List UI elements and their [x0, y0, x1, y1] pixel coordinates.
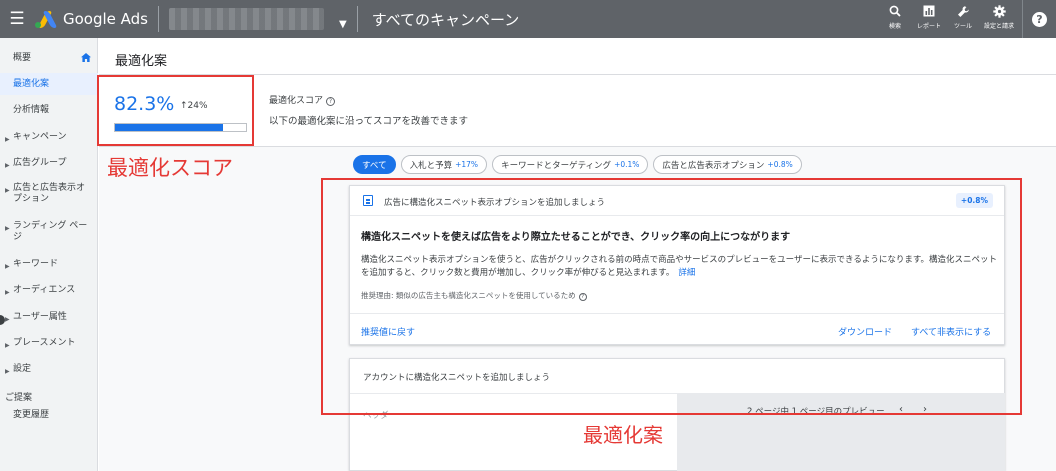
home-icon[interactable] [81, 53, 91, 65]
settings-billing-tool-label: 設定と請求 [983, 23, 1014, 30]
expand-arrow-icon: ▶ [5, 368, 10, 375]
sidebar-item-demographics[interactable]: ▶ ユーザー属性 [0, 312, 98, 325]
sidebar-item-label: オーディエンス [13, 285, 76, 295]
expand-arrow-icon: ▶ [5, 342, 10, 349]
wrench-icon [957, 5, 970, 20]
sidebar-section-proposals: ご提案 [5, 393, 33, 403]
filter-chip-all[interactable]: すべて [353, 155, 396, 174]
filter-chip-keywords-targeting[interactable]: キーワードとターゲティング +0.1% [492, 155, 649, 174]
tools-tool-label: ツール [953, 23, 972, 30]
sidebar-item-label: 最適化案 [13, 78, 50, 89]
filter-chip-pct: +17% [455, 160, 479, 169]
expand-arrow-icon: ▶ [5, 225, 10, 232]
optimization-score-description: 以下の最適化案に沿ってスコアを改善できます [269, 116, 469, 127]
filter-chip-pct: +0.1% [614, 160, 640, 169]
search-tool-label: 検索 [888, 23, 901, 30]
expand-arrow-icon: ▶ [5, 136, 10, 143]
help-button[interactable]: ? [1022, 0, 1056, 38]
filter-chip-ads-extensions[interactable]: 広告と広告表示オプション +0.8% [653, 155, 802, 174]
sidebar-item-landing-pages[interactable]: ▶ ランディング ページ [0, 221, 96, 243]
account-dropdown-caret-icon[interactable]: ▼ [339, 19, 347, 30]
sidebar-item-label: 分析情報 [13, 105, 50, 115]
annotation-box-recommendation [321, 178, 1022, 415]
sidebar-item-campaigns[interactable]: ▶ キャンペーン [0, 132, 98, 145]
filter-chip-bids-budgets[interactable]: 入札と予算 +17% [400, 155, 488, 174]
hamburger-menu-icon[interactable]: ☰ [2, 9, 32, 29]
brand-name: Google Ads [63, 10, 148, 28]
expand-arrow-icon: ▶ [5, 162, 10, 169]
sidebar-item-recommendations[interactable]: 最適化案 [0, 73, 98, 95]
tools-tool-button[interactable]: ツール [946, 0, 980, 30]
sidebar-item-label: キーワード [13, 259, 59, 269]
sidebar-item-label: 広告グループ [13, 158, 67, 168]
sidebar-item-settings[interactable]: ▶ 設定 [0, 364, 98, 377]
reports-tool-button[interactable]: レポート [912, 0, 946, 30]
google-ads-logo-icon [34, 10, 58, 28]
annotation-label-recommendation: 最適化案 [583, 423, 663, 447]
expand-arrow-icon: ▶ [5, 289, 10, 296]
filter-chip-label: すべて [362, 160, 387, 171]
top-bar: ☰ Google Ads ▼ すべてのキャンペーン 検索 レポート ツール 設定… [0, 0, 1056, 38]
page-title: 最適化案 [115, 54, 168, 69]
sidebar-item-placements[interactable]: ▶ プレースメント [0, 338, 98, 351]
reports-icon [923, 5, 935, 20]
sidebar-item-audiences[interactable]: ▶ オーディエンス [0, 285, 98, 298]
expand-arrow-icon: ▶ [5, 263, 10, 270]
filter-chip-label: 入札と予算 [409, 160, 453, 171]
sidebar-item-label: プレースメント [13, 338, 76, 348]
filter-chip-pct: +0.8% [767, 160, 793, 169]
annotation-label-score: 最適化スコア [107, 156, 233, 180]
filter-chip-label: キーワードとターゲティング [501, 160, 612, 171]
help-circle-icon[interactable]: ? [326, 97, 336, 106]
campaign-scope-title[interactable]: すべてのキャンペーン [372, 9, 520, 30]
expand-arrow-icon: ▶ [5, 316, 10, 323]
divider [356, 6, 358, 32]
sidebar-item-label: ユーザー属性 [13, 312, 67, 322]
sidebar-item-label: 変更履歴 [13, 410, 50, 420]
sidebar-item-label: 広告と広告表示オプション [13, 183, 86, 204]
filter-chip-label: 広告と広告表示オプション [662, 160, 765, 171]
sidebar-item-overview[interactable]: 概要 [0, 53, 98, 64]
search-icon [889, 5, 901, 20]
sidebar-item-ads-extensions[interactable]: ▶ 広告と広告表示オプション [0, 183, 96, 205]
search-tool-button[interactable]: 検索 [878, 0, 912, 30]
expand-arrow-icon: ▶ [5, 187, 10, 194]
sidebar-item-change-history[interactable]: 変更履歴 [0, 410, 98, 421]
divider [158, 6, 159, 32]
reports-tool-label: レポート [916, 23, 941, 30]
settings-billing-tool-button[interactable]: 設定と請求 [980, 0, 1018, 30]
page-header: 最適化案 [99, 38, 1056, 75]
sidebar-item-ad-groups[interactable]: ▶ 広告グループ [0, 158, 98, 171]
gear-icon [992, 5, 1006, 20]
filter-chips: すべて 入札と予算 +17% キーワードとターゲティング +0.1% 広告と広告表示… [353, 155, 802, 174]
account-name-redacted[interactable] [169, 8, 324, 30]
sidebar-item-keywords[interactable]: ▶ キーワード [0, 259, 98, 272]
sidebar-item-label: 概要 [13, 53, 32, 63]
optimization-score-label: 最適化スコア? [269, 93, 336, 106]
sidebar-item-label: キャンペーン [13, 132, 67, 142]
sidebar-nav: 概要 最適化案 分析情報 ▶ キャンペーン ▶ 広告グループ ▶ 広告と広告表示オプシ… [0, 38, 98, 471]
optimization-score-label-text: 最適化スコア [269, 96, 324, 106]
sidebar-item-label: 設定 [13, 364, 32, 374]
help-icon: ? [1032, 11, 1047, 27]
sidebar-item-label: ランディング ページ [13, 221, 88, 242]
annotation-box-score [97, 75, 254, 146]
sidebar-item-insights[interactable]: 分析情報 [0, 105, 98, 116]
top-tools: 検索 レポート ツール 設定と請求 ? [878, 0, 1056, 38]
